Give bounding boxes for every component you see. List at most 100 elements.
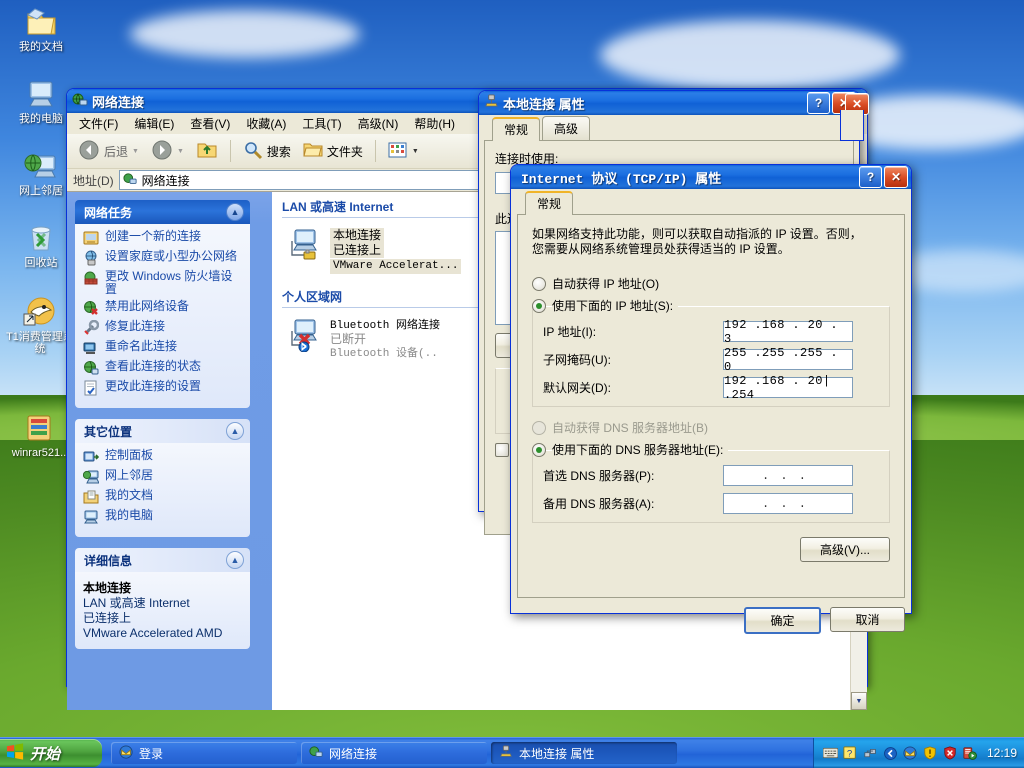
collapse-chevron-icon[interactable]: ▲ <box>226 422 244 440</box>
connection-text: 本地连接 已连接上 VMware Accelerat... <box>330 228 462 274</box>
lan-props-icon <box>499 744 513 762</box>
place-control-panel[interactable]: 控制面板 <box>83 449 242 465</box>
disable-device-icon <box>83 300 99 316</box>
ok-button[interactable]: 确定 <box>744 607 821 634</box>
subnet-mask-input[interactable]: 255 .255 .255 . 0 <box>723 346 853 374</box>
description-line-2: 您需要从网络系统管理员处获得适当的 IP 设置。 <box>532 242 790 256</box>
collapse-chevron-icon[interactable]: ▲ <box>226 551 244 569</box>
place-my-computer[interactable]: 我的电脑 <box>83 509 242 525</box>
back-button[interactable]: 后退 ▼ <box>73 136 144 167</box>
taskbar-item-network-connections[interactable]: 网络连接 <box>301 742 487 764</box>
menu-view[interactable]: 查看(V) <box>182 113 238 134</box>
ip-manual-radio[interactable] <box>532 298 546 313</box>
tcpip-description: 如果网络支持此功能，则可以获取自动指派的 IP 设置。否则， 您需要从网络系统管… <box>532 227 890 257</box>
place-label: 控制面板 <box>105 448 154 462</box>
details-title: 详细信息 <box>84 553 133 568</box>
tab-advanced[interactable]: 高级 <box>542 116 591 140</box>
tab-general[interactable]: 常规 <box>492 117 541 141</box>
default-gateway-input[interactable]: 192 .168 . 20| .254 <box>723 374 853 402</box>
cancel-button[interactable]: 取消 <box>830 607 905 632</box>
menu-help[interactable]: 帮助(H) <box>406 113 463 134</box>
rename-icon <box>83 340 99 356</box>
my-documents-icon <box>23 6 59 38</box>
settings-icon <box>83 380 99 396</box>
connection-device: Bluetooth 设备(.. <box>330 348 438 360</box>
place-label: 我的电脑 <box>105 508 154 522</box>
place-my-documents[interactable]: 我的文档 <box>83 489 242 505</box>
antivirus-shield-icon[interactable] <box>943 746 958 761</box>
task-repair[interactable]: 修复此连接 <box>83 320 242 336</box>
show-icon-checkbox[interactable] <box>495 443 509 457</box>
ip-address-input[interactable]: 192 .168 . 20 . 3 <box>723 318 853 346</box>
network-tasks-header: 网络任务 ▲ <box>75 200 250 224</box>
forward-button[interactable]: ▼ <box>146 136 189 167</box>
ip-address-label: IP 地址(I): <box>543 325 597 339</box>
menu-advanced[interactable]: 高级(N) <box>350 113 407 134</box>
help-button[interactable]: ? <box>859 166 882 188</box>
dns-auto-radio[interactable] <box>532 420 546 435</box>
dns-manual-radio[interactable] <box>532 442 546 457</box>
menu-file[interactable]: 文件(F) <box>71 113 126 134</box>
taskbar-item-login[interactable]: 登录 <box>111 742 297 764</box>
desktop-icon-winrar[interactable]: winrar521.. <box>2 412 76 459</box>
tab-general[interactable]: 常规 <box>525 191 574 215</box>
lan-properties-title-bar[interactable]: 本地连接 属性 ? ✕ <box>479 91 859 115</box>
ip-auto-radio[interactable] <box>532 276 546 291</box>
address-value: 网络连接 <box>141 173 190 188</box>
views-dropdown-icon[interactable]: ▼ <box>412 148 419 155</box>
menu-edit[interactable]: 编辑(E) <box>126 113 182 134</box>
taskbar-item-label: 网络连接 <box>329 746 378 761</box>
repair-icon <box>83 319 100 336</box>
scroll-down-button[interactable]: ▼ <box>851 692 867 710</box>
home-network-icon <box>83 250 99 266</box>
taskbar-item-lan-properties[interactable]: 本地连接 属性 <box>491 742 677 764</box>
tcpip-tabs[interactable]: 常规 <box>517 191 905 215</box>
taskbar[interactable]: 开始 登录 网络连接 本地连接 属性 ? 12:19 <box>0 737 1024 768</box>
task-view-status[interactable]: 查看此连接的状态 <box>83 360 242 376</box>
desktop-icon-my-documents[interactable]: 我的文档 <box>4 6 78 53</box>
media-player-icon[interactable] <box>963 746 978 761</box>
desktop-icon-label: 我的电脑 <box>19 113 63 125</box>
my-computer-icon <box>83 509 99 525</box>
task-disable-device[interactable]: 禁用此网络设备 <box>83 300 242 316</box>
warning-shield-icon[interactable] <box>923 746 938 761</box>
folders-button[interactable]: 文件夹 <box>298 137 368 166</box>
help-icon[interactable]: ? <box>843 746 858 761</box>
task-home-network[interactable]: 设置家庭或小型办公网络 <box>83 250 242 266</box>
close-button[interactable]: ✕ <box>884 166 908 188</box>
network-tasks-title: 网络任务 <box>84 205 133 220</box>
task-new-connection[interactable]: 创建一个新的连接 <box>83 230 242 246</box>
network-tray-icon[interactable] <box>863 746 878 761</box>
tcpip-title-bar[interactable]: Internet 协议 (TCP/IP) 属性 ? ✕ <box>511 165 911 189</box>
up-button[interactable] <box>191 136 223 167</box>
alternate-dns-input[interactable]: . . . <box>723 493 853 514</box>
lan-properties-tabs[interactable]: 常规 高级 <box>484 116 854 141</box>
expand-tray-chevron-icon[interactable] <box>883 746 898 761</box>
taskbar-clock[interactable]: 12:19 <box>987 746 1017 760</box>
mail-icon[interactable] <box>903 746 918 761</box>
task-rename[interactable]: 重命名此连接 <box>83 340 242 356</box>
system-tray[interactable]: ? 12:19 <box>812 738 1024 768</box>
network-tasks-body: 创建一个新的连接 设置家庭或小型办公网络 更改 Windows 防火墙设置 禁用… <box>75 224 250 408</box>
keyboard-icon[interactable] <box>822 746 838 761</box>
collapse-chevron-icon[interactable]: ▲ <box>226 203 244 221</box>
help-button[interactable]: ? <box>807 92 830 114</box>
preferred-dns-input[interactable]: . . . <box>723 465 853 486</box>
views-button[interactable]: ▼ <box>383 138 424 165</box>
search-button[interactable]: 搜索 <box>238 137 296 166</box>
task-label: 更改此连接的设置 <box>105 379 202 393</box>
ip-manual-label: 使用下面的 IP 地址(S): <box>552 297 679 314</box>
menu-tools[interactable]: 工具(T) <box>294 113 349 134</box>
desktop-icon-label: 网上邻居 <box>19 185 63 197</box>
task-firewall[interactable]: 更改 Windows 防火墙设置 <box>83 270 242 296</box>
task-change-settings[interactable]: 更改此连接的设置 <box>83 380 242 396</box>
tcpip-properties-dialog[interactable]: Internet 协议 (TCP/IP) 属性 ? ✕ 常规 如果网络支持此功能… <box>510 164 912 634</box>
place-network-neighborhood[interactable]: 网上邻居 <box>82 469 242 485</box>
start-button[interactable]: 开始 <box>0 739 102 767</box>
back-dropdown-icon[interactable]: ▼ <box>132 148 139 155</box>
forward-dropdown-icon[interactable]: ▼ <box>177 148 184 155</box>
other-places-header: 其它位置 ▲ <box>75 419 250 443</box>
recycle-bin-icon <box>23 222 59 254</box>
advanced-button[interactable]: 高级(V)... <box>800 537 890 562</box>
menu-favorites[interactable]: 收藏(A) <box>238 113 294 134</box>
